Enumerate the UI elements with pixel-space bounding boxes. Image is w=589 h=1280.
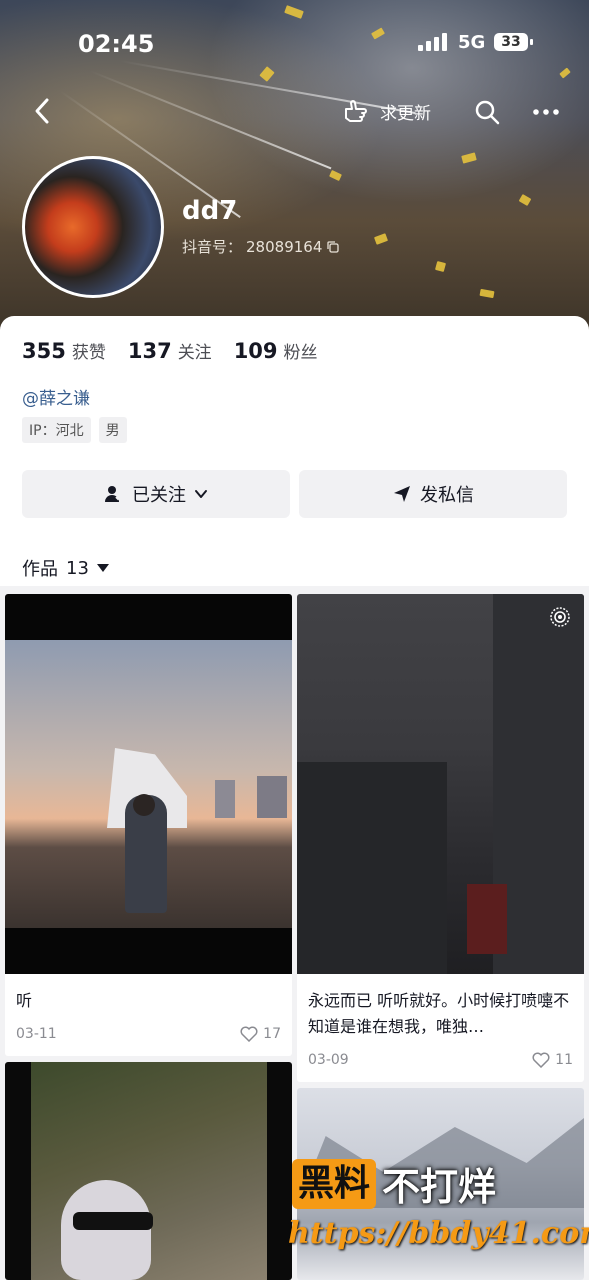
stat-value: 137 xyxy=(127,339,172,363)
post-thumbnail xyxy=(5,594,292,974)
likes-count: 17 xyxy=(263,1026,281,1042)
confetti xyxy=(329,170,342,181)
back-icon[interactable] xyxy=(28,96,58,126)
post-thumbnail xyxy=(31,1062,267,1280)
confetti xyxy=(559,67,571,79)
copy-icon[interactable] xyxy=(326,240,340,254)
profile-username: dd7 xyxy=(182,196,238,226)
post-card[interactable]: 听 03-11 17 xyxy=(5,594,292,1056)
status-time: 02:45 xyxy=(78,30,155,58)
following-label: 已关注 xyxy=(132,485,186,506)
stat-label: 获赞 xyxy=(71,343,106,363)
post-likes: 17 xyxy=(240,1026,281,1042)
douyin-id-label: 抖音号： xyxy=(182,238,243,256)
status-bar: 02:45 5G 33 xyxy=(0,22,589,66)
request-update-label: 求更新 xyxy=(380,103,431,124)
following-button[interactable]: 已关注 xyxy=(22,470,290,518)
stat-label: 关注 xyxy=(177,343,212,363)
confetti xyxy=(284,5,304,19)
post-thumbnail xyxy=(297,594,584,974)
confetti xyxy=(434,260,447,273)
post-date: 03-09 xyxy=(308,1052,349,1068)
stat-followers[interactable]: 109 粉丝 xyxy=(234,338,318,363)
search-icon[interactable] xyxy=(473,98,501,126)
douyin-id: 抖音号： 28089164 xyxy=(182,236,340,257)
heart-icon xyxy=(532,1052,550,1068)
watermark-url: https://bbdy41.com xyxy=(288,1216,589,1251)
send-icon xyxy=(394,486,410,502)
stat-following[interactable]: 137 关注 xyxy=(128,338,212,363)
post-card[interactable]: 永远而已 听听就好。小时候打喷嚏不知道是谁在想我，唯独… 03-09 11 xyxy=(297,594,584,1082)
heart-icon xyxy=(240,1026,258,1042)
post-date: 03-11 xyxy=(16,1026,57,1042)
tag-ip: IP：河北 xyxy=(22,417,91,443)
profile-tags: IP：河北 男 xyxy=(22,417,127,443)
watermark-banner: 黑料 不打烊 xyxy=(292,1156,496,1211)
douyin-id-value: 28089164 xyxy=(246,237,323,256)
post-title: 听 xyxy=(16,991,33,1010)
post-likes: 11 xyxy=(532,1052,573,1068)
confetti xyxy=(259,66,275,82)
message-label: 发私信 xyxy=(420,485,474,506)
confetti xyxy=(461,152,477,164)
pointing-hand-icon xyxy=(345,100,367,122)
mention-link[interactable]: @薛之谦 xyxy=(22,384,90,409)
profile-stats: 355 获赞 137 关注 109 粉丝 xyxy=(22,338,318,363)
stat-value: 109 xyxy=(233,339,278,363)
confetti xyxy=(373,233,389,245)
tag-gender: 男 xyxy=(98,417,127,443)
more-icon[interactable] xyxy=(530,98,562,126)
user-check-icon xyxy=(105,486,123,502)
network-type: 5G xyxy=(458,32,486,53)
request-update-button[interactable]: 求更新 xyxy=(342,96,431,126)
caret-down-icon xyxy=(96,564,109,572)
battery-icon: 33 xyxy=(494,33,533,51)
works-count: 13 xyxy=(66,557,89,579)
works-tab[interactable]: 作品 13 xyxy=(22,555,109,581)
signal-icon xyxy=(418,33,448,51)
post-card[interactable] xyxy=(5,1062,292,1280)
post-title: 永远而已 听听就好。小时候打喷嚏不知道是谁在想我，唯独… xyxy=(308,991,570,1036)
avatar[interactable] xyxy=(22,156,164,298)
chevron-down-icon xyxy=(195,490,207,498)
live-photo-icon xyxy=(550,607,570,627)
works-label: 作品 xyxy=(22,559,58,580)
stat-label: 粉丝 xyxy=(283,343,318,363)
stat-likes[interactable]: 355 获赞 xyxy=(22,338,106,363)
confetti xyxy=(518,194,532,206)
likes-count: 11 xyxy=(555,1052,573,1068)
watermark-text: 不打烊 xyxy=(382,1165,497,1209)
stat-value: 355 xyxy=(22,339,66,363)
confetti xyxy=(479,288,495,299)
top-nav: 求更新 xyxy=(0,92,589,132)
watermark-box: 黑料 xyxy=(292,1158,377,1209)
message-button[interactable]: 发私信 xyxy=(299,470,567,518)
